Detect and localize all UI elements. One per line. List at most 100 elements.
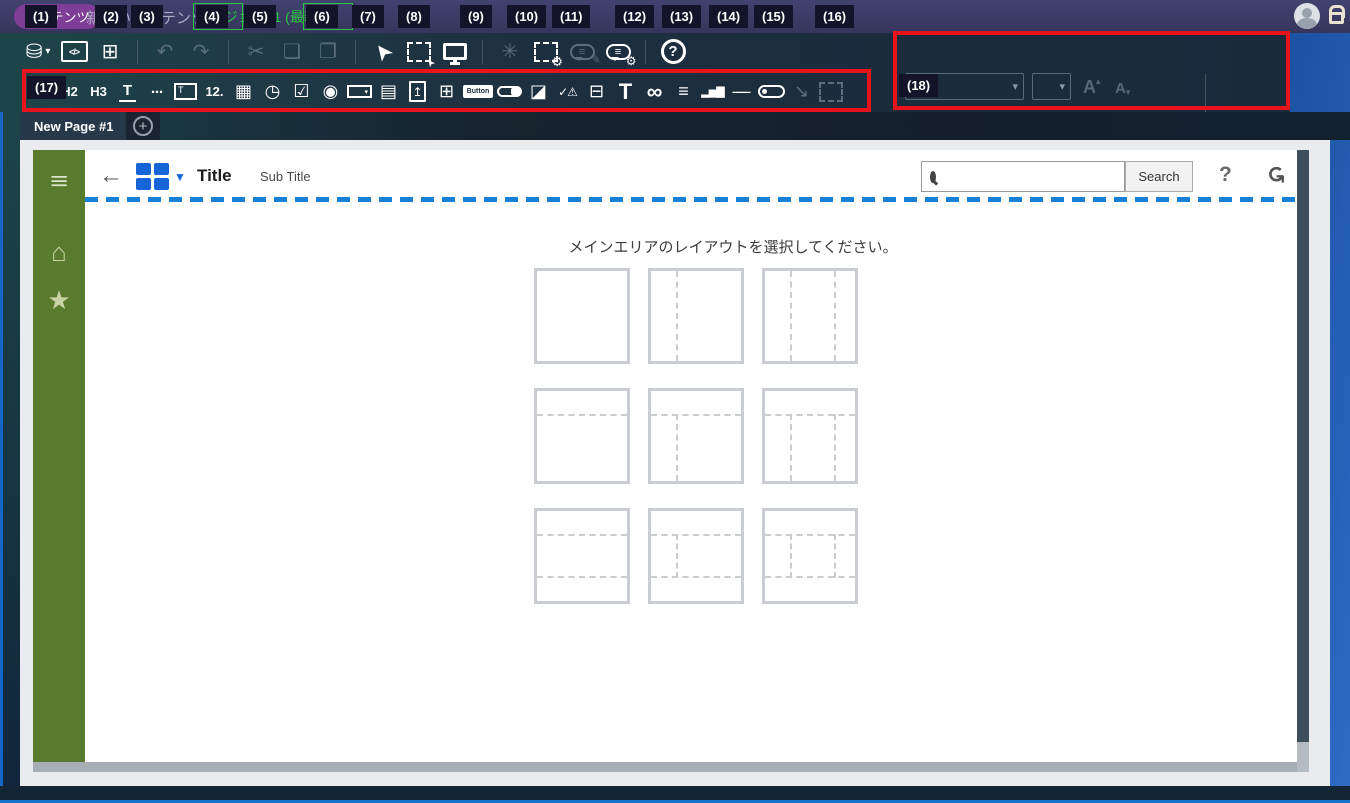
hamburger-menu-icon[interactable]: ≡ bbox=[50, 158, 68, 206]
list-box-button[interactable]: ▤ bbox=[376, 77, 401, 107]
layout-option-single[interactable] bbox=[534, 268, 630, 364]
toolbar-area: ⛁</>⊞↶↷✂❏❐➤✳≡≡? H1H2H3T⋯T12.▦◷☑◉▾▤↥⊞Butt… bbox=[0, 33, 1290, 137]
font-size-select[interactable] bbox=[1032, 73, 1071, 100]
annotation-mark-13: (13) bbox=[662, 5, 702, 28]
layout-option-header-both[interactable] bbox=[762, 388, 858, 484]
unlock-icon[interactable] bbox=[1329, 5, 1345, 24]
file-upload-icon: ↥ bbox=[409, 81, 426, 102]
vertical-scrollbar-thumb[interactable] bbox=[1297, 150, 1309, 742]
dropdown-button[interactable]: ▾ bbox=[347, 77, 372, 107]
region-select-icon bbox=[407, 41, 431, 62]
annotation-mark-5: (5) bbox=[244, 5, 276, 28]
layout-option-header-footer-left[interactable] bbox=[648, 508, 744, 604]
grid-caret-icon[interactable] bbox=[174, 170, 186, 184]
layout-option-left-sidebar[interactable] bbox=[648, 268, 744, 364]
search-button[interactable]: Search bbox=[1125, 161, 1193, 192]
button-button[interactable]: Button bbox=[463, 77, 493, 107]
annotation-mark-9: (9) bbox=[460, 5, 492, 28]
layout-option-header[interactable] bbox=[534, 388, 630, 484]
annotation-mark-1: (1) bbox=[25, 5, 57, 28]
top-menu-bar: コンテンツ 新しいコンテンツ バージョン: 1 (最新) (1)(2)(3)(4… bbox=[0, 0, 1350, 33]
design-canvas: ≡ ⌂ ★ ← Title Sub Title Search ? ↻ メインエリ… bbox=[33, 150, 1297, 762]
button-label: Button bbox=[466, 88, 490, 95]
text-area-icon: T bbox=[174, 83, 197, 100]
refresh-icon[interactable]: ↻ bbox=[1262, 165, 1289, 184]
pointer-button[interactable]: ➤ bbox=[367, 36, 399, 68]
horizontal-scrollbar[interactable] bbox=[33, 762, 1297, 772]
annotation-mark-6: (6) bbox=[306, 5, 338, 28]
comment-settings-button[interactable]: ≡ bbox=[603, 36, 637, 68]
flow-button: ↘ bbox=[793, 81, 810, 101]
divider-button[interactable]: ― bbox=[729, 77, 754, 107]
plus-icon: + bbox=[133, 116, 153, 136]
help-button[interactable]: ? bbox=[658, 36, 688, 68]
layout-option-header-footer[interactable] bbox=[534, 508, 630, 604]
chart-button[interactable]: ▂▅▇ bbox=[700, 77, 725, 107]
back-arrow-button[interactable]: ← bbox=[99, 162, 123, 190]
source-view-button[interactable]: </> bbox=[59, 36, 89, 68]
date-picker-button[interactable]: ▦ bbox=[231, 77, 256, 107]
export-button[interactable]: ⊞ bbox=[95, 36, 125, 68]
layout-option-header-left[interactable] bbox=[648, 388, 744, 484]
radio-button[interactable]: ◉ bbox=[318, 77, 343, 107]
user-avatar[interactable] bbox=[1294, 3, 1320, 29]
region-settings-icon bbox=[534, 41, 563, 70]
text-area-button[interactable]: T bbox=[173, 77, 198, 107]
list-button[interactable]: ≡ bbox=[671, 77, 696, 107]
favorite-star-icon[interactable]: ★ bbox=[47, 276, 70, 324]
toggle-button[interactable] bbox=[497, 77, 522, 107]
spacer-button[interactable] bbox=[758, 77, 785, 107]
snap-button: ✳ bbox=[501, 41, 519, 63]
layout-select-prompt: メインエリアのレイアウトを選択してください。 bbox=[568, 239, 898, 256]
checkbox-button[interactable]: ☑ bbox=[289, 77, 314, 107]
text-button[interactable]: T bbox=[613, 77, 638, 107]
add-page-button[interactable]: + bbox=[126, 112, 160, 140]
toolbar-separator bbox=[482, 39, 483, 64]
tab-new-page-1[interactable]: New Page #1 bbox=[20, 112, 128, 140]
app-sidebar: ≡ ⌂ ★ bbox=[33, 150, 85, 762]
layout-option-both-sidebars[interactable] bbox=[762, 268, 858, 364]
table-button[interactable]: ⊞ bbox=[434, 77, 459, 107]
pointer-icon: ➤ bbox=[367, 36, 399, 67]
toolbar-separator bbox=[137, 39, 138, 64]
annotation-mark-12: (12) bbox=[615, 5, 655, 28]
data-source-caret-icon[interactable] bbox=[45, 46, 50, 57]
layout-option-header-footer-both[interactable] bbox=[762, 508, 858, 604]
app-grid-icon[interactable] bbox=[136, 163, 169, 190]
comment-edit-button: ≡ bbox=[567, 36, 601, 68]
toolbar-separator bbox=[355, 39, 356, 64]
time-picker-button[interactable]: ◷ bbox=[260, 77, 285, 107]
status-icons-icon: ✓⚠ bbox=[558, 84, 578, 99]
annotation-mark-2: (2) bbox=[95, 5, 127, 28]
layout-options-grid bbox=[534, 268, 858, 604]
annotation-mark-11: (11) bbox=[552, 5, 591, 28]
text-icon: T bbox=[618, 78, 633, 104]
annotation-mark-14: (14) bbox=[709, 5, 749, 28]
link-icon: ∞ bbox=[646, 78, 663, 104]
vertical-scrollbar[interactable] bbox=[1297, 150, 1309, 772]
preview-button[interactable] bbox=[440, 36, 470, 68]
spacer-icon bbox=[758, 85, 785, 98]
heading3-icon: H3 bbox=[90, 84, 107, 99]
main-toolbar: ⛁ </> ⊞ ↶ ↷ ✂ ❏ ❐ ➤ ✳ ≡≡? bbox=[0, 33, 890, 70]
data-source-button[interactable]: ⛁ bbox=[23, 36, 53, 68]
file-upload-button[interactable]: ↥ bbox=[405, 77, 430, 107]
heading3-button[interactable]: H3 bbox=[86, 77, 111, 107]
help-icon[interactable]: ? bbox=[1219, 163, 1232, 187]
search-icon bbox=[930, 170, 936, 183]
link-button[interactable]: ∞ bbox=[642, 77, 667, 107]
image-button[interactable]: ◪ bbox=[526, 77, 551, 107]
text-field-button[interactable]: T bbox=[115, 77, 140, 107]
status-icons-button[interactable]: ✓⚠ bbox=[555, 77, 580, 107]
insert-toolbar: H1H2H3T⋯T12.▦◷☑◉▾▤↥⊞Button◪✓⚠⊟T∞≡▂▅▇―↘ bbox=[0, 71, 880, 112]
vertical-scrollbar-lower bbox=[1297, 742, 1309, 772]
home-icon[interactable]: ⌂ bbox=[51, 228, 67, 276]
masked-field-button[interactable]: ⋯ bbox=[144, 77, 169, 107]
page-tab-bar: New Page #1 + bbox=[0, 112, 1350, 140]
number-field-button[interactable]: 12. bbox=[202, 77, 227, 107]
panel-button[interactable]: ⊟ bbox=[584, 77, 609, 107]
region-settings-button[interactable] bbox=[531, 36, 563, 70]
search-input[interactable] bbox=[936, 163, 1124, 190]
page-subtitle: Sub Title bbox=[260, 169, 311, 184]
region-select-button[interactable] bbox=[404, 36, 434, 68]
